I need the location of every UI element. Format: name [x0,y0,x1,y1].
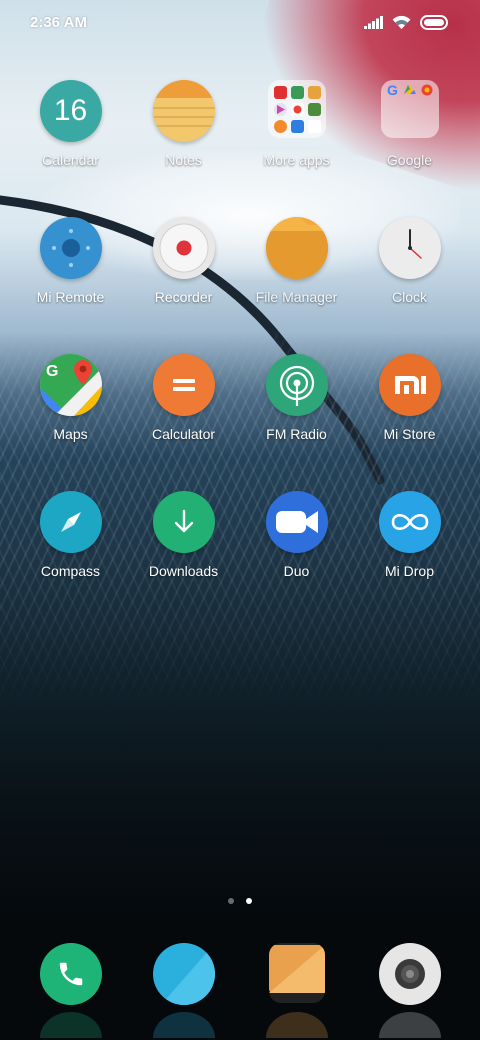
app-mi-store[interactable]: Mi Store [353,354,466,491]
calendar-icon: 16 [39,80,102,142]
app-label: Mi Remote [36,289,105,305]
dock-phone[interactable] [14,943,127,1005]
app-grid: 16 Calendar Notes More apps G Google Mi … [14,80,466,628]
maps-icon: G [39,354,102,416]
app-clock[interactable]: Clock [353,217,466,354]
app-compass[interactable]: Compass [14,491,127,628]
dock-gallery[interactable] [240,943,353,1005]
calendar-date: 16 [53,94,88,127]
dock [14,943,466,1005]
mi-store-icon [378,354,441,416]
app-label: FM Radio [266,426,327,442]
page-dot-2[interactable] [246,898,252,904]
radio-icon [265,354,328,416]
battery-icon [420,14,448,30]
app-downloads[interactable]: Downloads [127,491,240,628]
page-dot-1[interactable] [228,898,234,904]
app-file-manager[interactable]: File Manager [240,217,353,354]
app-label: Calculator [151,426,216,442]
app-notes[interactable]: Notes [127,80,240,217]
app-calendar[interactable]: 16 Calendar [14,80,127,217]
remote-icon [39,217,102,279]
dock-camera[interactable] [353,943,466,1005]
mi-drop-icon [378,491,441,553]
phone-icon [39,943,102,1005]
calculator-icon [152,354,215,416]
dock-messages[interactable] [127,943,240,1005]
messages-icon [152,943,215,1005]
file-manager-icon [265,217,328,279]
status-icons [364,14,450,30]
status-time: 2:36 AM [30,13,87,31]
record-icon [152,217,215,279]
signal-icon [364,15,383,29]
download-icon [152,491,215,553]
svg-text:G: G [387,82,398,98]
app-label: Mi Drop [384,563,434,579]
notes-icon [152,80,215,142]
app-mi-remote[interactable]: Mi Remote [14,217,127,354]
app-label: Notes [165,152,202,168]
app-label: Maps [53,426,88,442]
app-label: Mi Store [383,426,436,442]
app-folder-more-apps[interactable]: More apps [240,80,353,217]
gallery-icon [268,943,325,1003]
app-duo[interactable]: Duo [240,491,353,628]
app-label: Compass [40,563,101,579]
app-mi-drop[interactable]: Mi Drop [353,491,466,628]
dock-reflection [14,1012,466,1040]
app-recorder[interactable]: Recorder [127,217,240,354]
app-label: Clock [391,289,427,305]
app-label: File Manager [255,289,338,305]
folder-icon [267,80,326,138]
app-fm-radio[interactable]: FM Radio [240,354,353,491]
page-indicator [0,898,480,904]
status-bar: 2:36 AM [0,0,480,44]
duo-icon [265,491,328,553]
app-label: Downloads [148,563,219,579]
clock-icon [378,217,441,279]
app-label: More apps [263,152,330,168]
app-label: Recorder [154,289,213,305]
svg-text:G: G [46,363,58,380]
app-label: Google [386,152,433,168]
wifi-icon [392,15,411,29]
google-folder-icon: G [380,80,439,138]
app-folder-google[interactable]: G Google [353,80,466,217]
camera-icon [378,943,441,1005]
app-maps[interactable]: G Maps [14,354,127,491]
app-label: Duo [283,563,310,579]
compass-icon [39,491,102,553]
app-calculator[interactable]: Calculator [127,354,240,491]
app-label: Calendar [42,152,99,168]
